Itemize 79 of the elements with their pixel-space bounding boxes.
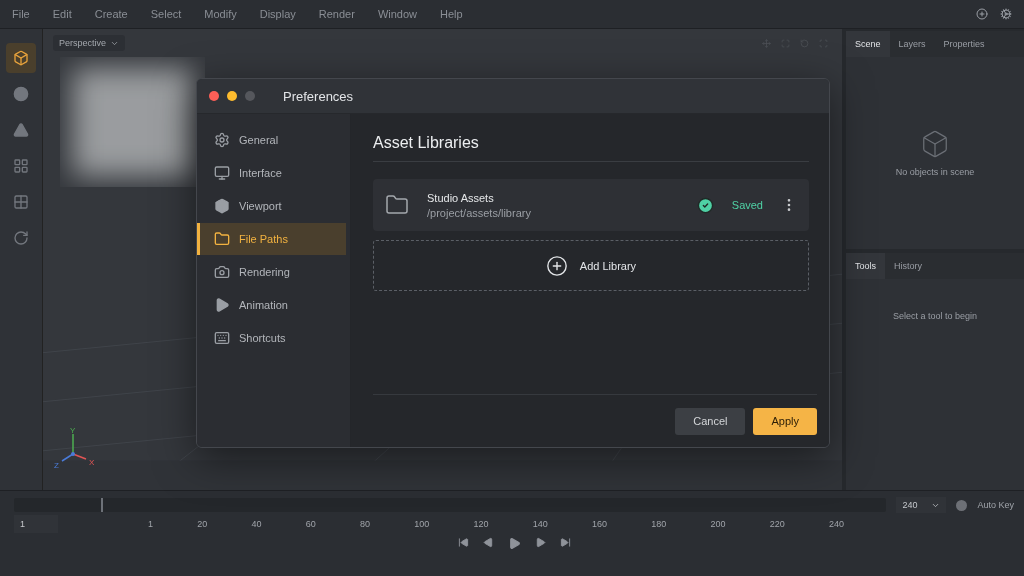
cone-icon: [13, 122, 29, 138]
auto-key-label: Auto Key: [977, 500, 1014, 510]
menu-item[interactable]: Render: [318, 8, 355, 20]
library-path: /project/assets/library: [427, 206, 532, 219]
cube-icon: [214, 198, 230, 214]
status-label: Saved: [731, 199, 763, 211]
gear-icon: [214, 132, 230, 148]
window-control[interactable]: [209, 91, 219, 101]
frame-field[interactable]: 1: [14, 515, 58, 533]
cube-icon: [13, 50, 29, 66]
nav-item[interactable]: File Paths: [197, 223, 346, 255]
folder-icon: [385, 193, 409, 217]
step-back-icon[interactable]: [482, 537, 494, 550]
nav-item[interactable]: Viewport: [197, 190, 346, 222]
ruler-label: 220: [769, 519, 785, 529]
panel-tab[interactable]: Scene: [846, 31, 890, 57]
apply-button[interactable]: Apply: [753, 407, 817, 435]
window-control[interactable]: [227, 91, 237, 101]
grid-icon: [13, 158, 29, 174]
ruler-label: 1: [148, 519, 153, 529]
cancel-button[interactable]: Cancel: [675, 407, 746, 435]
view-dropdown[interactable]: Perspective: [53, 35, 126, 51]
nav-item[interactable]: Shortcuts: [197, 322, 346, 354]
skip-start-icon[interactable]: [457, 537, 469, 550]
settings-icon[interactable]: [1000, 8, 1012, 20]
menu-item[interactable]: Select: [150, 8, 182, 20]
library-name: Studio Assets: [427, 191, 495, 204]
menu-item[interactable]: Window: [377, 8, 417, 20]
grid-icon: [13, 194, 29, 210]
check-icon: [696, 196, 714, 214]
menu-item[interactable]: Display: [259, 8, 296, 20]
nav-item[interactable]: Rendering: [197, 256, 346, 288]
panel-tab[interactable]: Layers: [889, 31, 935, 57]
menu-item[interactable]: Modify: [204, 8, 237, 20]
folder-icon: [214, 231, 230, 247]
rotate-icon: [13, 230, 29, 246]
panel-tab[interactable]: History: [885, 253, 932, 279]
monitor-icon: [214, 165, 230, 181]
empty-message: No objects in scene: [895, 167, 975, 177]
ruler-label: 80: [359, 519, 370, 529]
menu-item[interactable]: Edit: [52, 8, 72, 20]
nav-item[interactable]: General: [197, 124, 346, 156]
add-icon[interactable]: [976, 8, 988, 20]
end-frame-dropdown[interactable]: 240: [896, 497, 947, 513]
nav-item[interactable]: Interface: [197, 157, 346, 189]
camera-icon: [214, 264, 230, 280]
panel-tab[interactable]: Properties: [934, 31, 994, 57]
panel-tab[interactable]: Tools: [846, 253, 885, 279]
ruler-label: 160: [591, 519, 607, 529]
ruler-label: 200: [710, 519, 726, 529]
ruler-label: 40: [251, 519, 262, 529]
dialog-title: Preferences: [283, 88, 354, 104]
plus-icon: [545, 254, 568, 277]
ruler-label: 100: [414, 519, 430, 529]
empty-message: Select a tool to begin: [892, 311, 978, 321]
ruler-label: 60: [305, 519, 316, 529]
auto-key-toggle[interactable]: [956, 499, 968, 511]
ruler-label: 180: [651, 519, 667, 529]
axis-gizmo-drawing: Y Z X: [53, 426, 103, 470]
ruler-label: 120: [473, 519, 489, 529]
ruler-label: 240: [828, 519, 844, 529]
play-icon[interactable]: [507, 537, 521, 550]
tool-button[interactable]: [6, 43, 36, 73]
ruler-label: 140: [532, 519, 548, 529]
menu-item[interactable]: File: [12, 8, 30, 20]
timeline-track[interactable]: [14, 498, 887, 512]
menu-item[interactable]: Create: [94, 8, 128, 20]
ruler-label: 20: [197, 519, 208, 529]
step-forward-icon[interactable]: [534, 537, 546, 550]
playhead[interactable]: [101, 498, 104, 512]
cube-icon: [920, 129, 950, 159]
menu-item[interactable]: Help: [440, 8, 463, 20]
nav-item[interactable]: Animation: [197, 289, 346, 321]
section-heading: Asset Libraries: [373, 134, 809, 162]
skip-end-icon[interactable]: [559, 537, 571, 550]
play-icon: [214, 297, 230, 313]
add-library-button[interactable]: Add Library: [373, 240, 809, 291]
keyboard-icon: [214, 330, 230, 346]
sphere-icon: [13, 86, 29, 102]
